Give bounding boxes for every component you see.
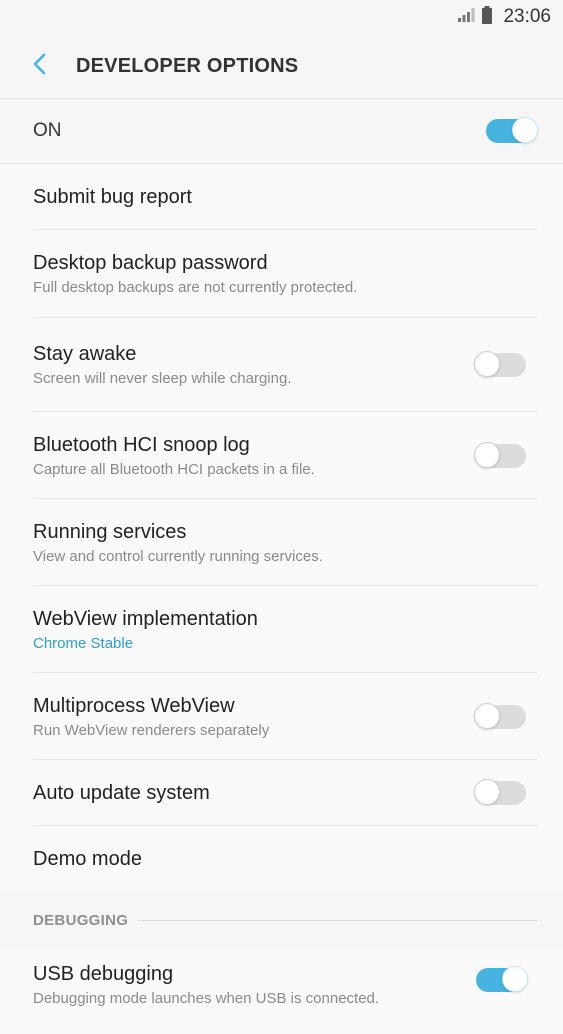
switch-thumb: [474, 702, 500, 729]
item-summary: Debugging mode launches when USB is conn…: [33, 990, 380, 1007]
status-time: 23:06: [503, 6, 551, 27]
list-item-bluetooth-hci-snoop-log[interactable]: Bluetooth HCI snoop log Capture all Blue…: [0, 412, 563, 499]
item-title: WebView implementation: [33, 607, 258, 630]
list-item-webview-implementation[interactable]: WebView implementation Chrome Stable: [0, 586, 563, 673]
item-summary: Screen will never sleep while charging.: [33, 370, 292, 387]
item-title: Submit bug report: [33, 186, 192, 208]
signal-icon: [457, 7, 475, 28]
item-title: Multiprocess WebView: [33, 694, 235, 717]
switch-thumb: [474, 441, 500, 468]
master-switch-label: ON: [33, 120, 62, 141]
item-summary: Full desktop backups are not currently p…: [33, 279, 358, 296]
master-switch-row[interactable]: ON: [0, 98, 563, 164]
section-header-line: [138, 919, 538, 921]
list-item-running-services[interactable]: Running services View and control curren…: [0, 499, 563, 586]
app-bar: DEVELOPER OPTIONS: [0, 34, 563, 98]
list-item-auto-update-system[interactable]: Auto update system: [0, 760, 563, 826]
list-item-submit-bug-report[interactable]: Submit bug report: [0, 164, 563, 230]
item-title: Desktop backup password: [33, 252, 268, 274]
item-summary: View and control currently running servi…: [33, 547, 323, 565]
back-button[interactable]: [18, 44, 62, 88]
item-title: Demo mode: [33, 848, 142, 870]
multiprocess-webview-switch[interactable]: [474, 702, 526, 729]
switch-thumb: [474, 351, 500, 377]
auto-update-system-switch[interactable]: [474, 779, 526, 805]
list-item-stay-awake[interactable]: Stay awake Screen will never sleep while…: [0, 318, 563, 412]
bluetooth-hci-snoop-switch[interactable]: [474, 441, 526, 468]
section-header-label: DEBUGGING: [33, 911, 129, 929]
master-switch[interactable]: [486, 117, 538, 143]
switch-thumb: [474, 779, 500, 805]
item-title: Bluetooth HCI snoop log: [33, 433, 250, 456]
back-arrow-icon: [32, 52, 48, 81]
switch-thumb: [502, 966, 528, 992]
switch-thumb: [512, 117, 538, 143]
item-title: USB debugging: [33, 963, 174, 985]
page-title: DEVELOPER OPTIONS: [76, 54, 299, 77]
usb-debugging-switch[interactable]: [476, 966, 528, 992]
list-item-usb-debugging[interactable]: USB debugging Debugging mode launches wh…: [0, 948, 563, 1034]
battery-icon: [481, 5, 493, 29]
stay-awake-switch[interactable]: [474, 351, 526, 377]
section-header-debugging: DEBUGGING: [0, 892, 563, 948]
item-summary: Run WebView renderers separately: [33, 721, 270, 739]
item-title: Running services: [33, 520, 187, 543]
status-bar: 23:06: [0, 0, 563, 34]
list-item-multiprocess-webview[interactable]: Multiprocess WebView Run WebView rendere…: [0, 673, 563, 760]
item-title: Auto update system: [33, 782, 210, 804]
item-summary: Capture all Bluetooth HCI packets in a f…: [33, 460, 315, 478]
item-summary: Chrome Stable: [33, 634, 134, 652]
item-title: Stay awake: [33, 343, 137, 365]
settings-list: Submit bug report Desktop backup passwor…: [0, 164, 563, 1034]
list-item-desktop-backup-password[interactable]: Desktop backup password Full desktop bac…: [0, 230, 563, 318]
list-item-demo-mode[interactable]: Demo mode: [0, 826, 563, 892]
